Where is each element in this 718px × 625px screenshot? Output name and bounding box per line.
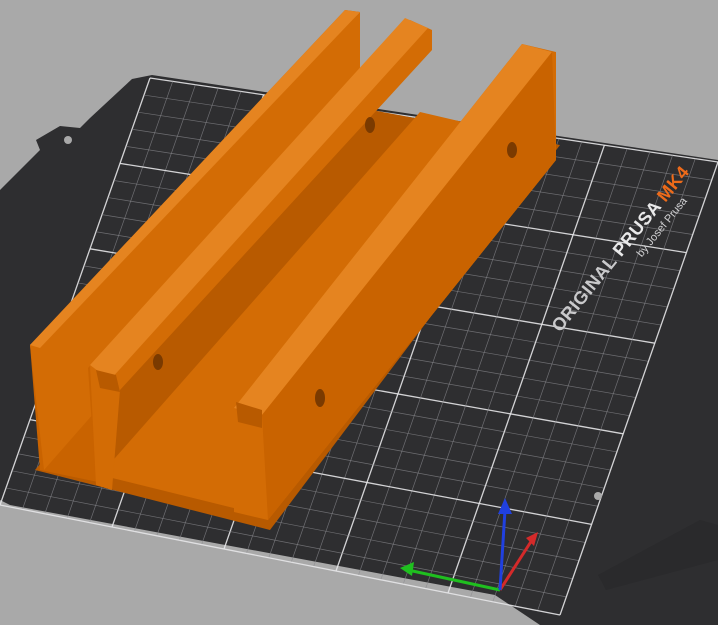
bed-notch [64, 136, 72, 144]
mounting-hole [365, 117, 375, 133]
mounting-hole [153, 354, 163, 370]
bed-notch [594, 492, 602, 500]
scene-canvas[interactable]: ORIGINAL PRUSA MK4 by Josef Prusa [0, 0, 718, 625]
mounting-hole [315, 389, 325, 407]
3d-viewport[interactable]: ORIGINAL PRUSA MK4 by Josef Prusa [0, 0, 718, 625]
mounting-hole [507, 142, 517, 158]
